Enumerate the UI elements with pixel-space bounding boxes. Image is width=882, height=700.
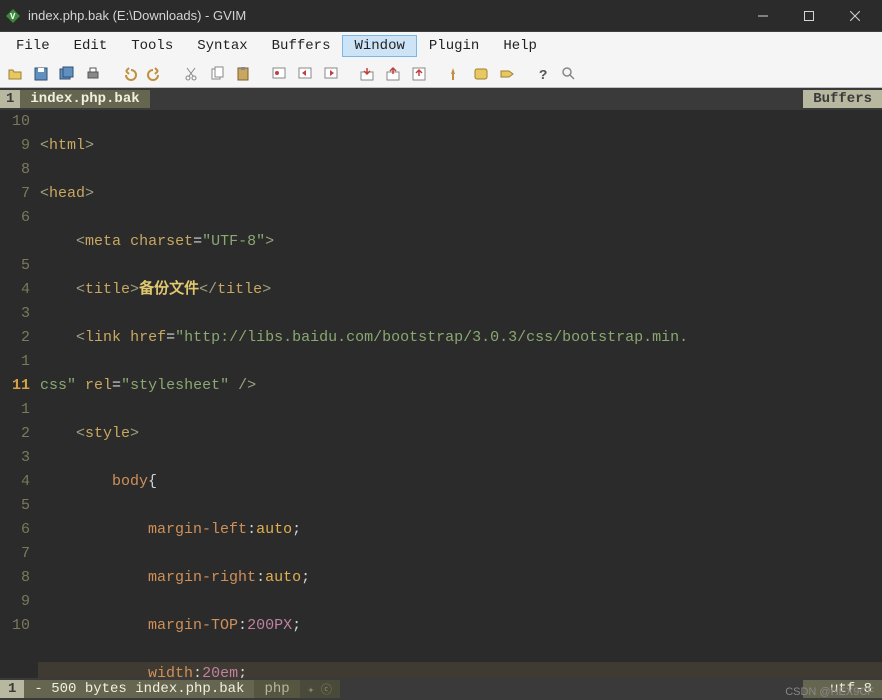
watermark: CSDN @HEX9CF (785, 686, 874, 698)
menu-tools[interactable]: Tools (119, 35, 185, 57)
tabbar: 1 index.php.bak Buffers (0, 88, 882, 110)
app-window: V index.php.bak (E:\Downloads) - GVIM Fi… (0, 0, 882, 700)
statusbar: 1 - 500 bytes index.php.bak php ✦ ⓒ | ut… (0, 678, 882, 700)
menu-window[interactable]: Window (342, 35, 416, 57)
editor[interactable]: 10 9 8 7 6 5 4 3 2 1 11 1 2 3 4 5 6 7 8 … (0, 110, 882, 678)
status-indicators: ✦ ⓒ (300, 680, 340, 698)
menu-help[interactable]: Help (491, 35, 549, 57)
help-icon[interactable]: ? (532, 63, 554, 85)
search-help-icon[interactable] (558, 63, 580, 85)
toolbar: ? (0, 60, 882, 88)
code-area[interactable]: <html> <head> <meta charset="UTF-8"> <ti… (38, 110, 882, 678)
cut-icon[interactable] (180, 63, 202, 85)
window-title: index.php.bak (E:\Downloads) - GVIM (28, 8, 740, 23)
menu-syntax[interactable]: Syntax (185, 35, 259, 57)
menubar: File Edit Tools Syntax Buffers Window Pl… (0, 32, 882, 60)
titlebar: V index.php.bak (E:\Downloads) - GVIM (0, 0, 882, 32)
run-script-icon[interactable] (408, 63, 430, 85)
menu-buffers[interactable]: Buffers (260, 35, 343, 57)
find-replace-icon[interactable] (268, 63, 290, 85)
make-icon[interactable] (444, 63, 466, 85)
menu-plugin[interactable]: Plugin (417, 35, 491, 57)
find-next-icon[interactable] (294, 63, 316, 85)
svg-text:?: ? (539, 68, 547, 82)
session-load-icon[interactable] (356, 63, 378, 85)
maximize-button[interactable] (786, 0, 832, 32)
tab-number[interactable]: 1 (0, 90, 20, 108)
copy-icon[interactable] (206, 63, 228, 85)
open-icon[interactable] (4, 63, 26, 85)
menu-file[interactable]: File (4, 35, 62, 57)
undo-icon[interactable] (118, 63, 140, 85)
saveall-icon[interactable] (56, 63, 78, 85)
save-icon[interactable] (30, 63, 52, 85)
status-filetype: php (254, 680, 299, 698)
vim-icon: V (4, 7, 22, 25)
shell-icon[interactable] (470, 63, 492, 85)
status-buffer-number: 1 (0, 680, 24, 698)
paste-icon[interactable] (232, 63, 254, 85)
menu-edit[interactable]: Edit (62, 35, 120, 57)
redo-icon[interactable] (144, 63, 166, 85)
svg-text:V: V (10, 12, 16, 22)
tab-filename[interactable]: index.php.bak (20, 90, 149, 108)
tags-icon[interactable] (496, 63, 518, 85)
print-icon[interactable] (82, 63, 104, 85)
find-prev-icon[interactable] (320, 63, 342, 85)
close-button[interactable] (832, 0, 878, 32)
status-file-info: - 500 bytes index.php.bak (24, 680, 254, 698)
buffers-label[interactable]: Buffers (803, 90, 882, 108)
line-numbers: 10 9 8 7 6 5 4 3 2 1 11 1 2 3 4 5 6 7 8 … (0, 110, 38, 678)
minimize-button[interactable] (740, 0, 786, 32)
window-controls (740, 0, 878, 32)
session-save-icon[interactable] (382, 63, 404, 85)
